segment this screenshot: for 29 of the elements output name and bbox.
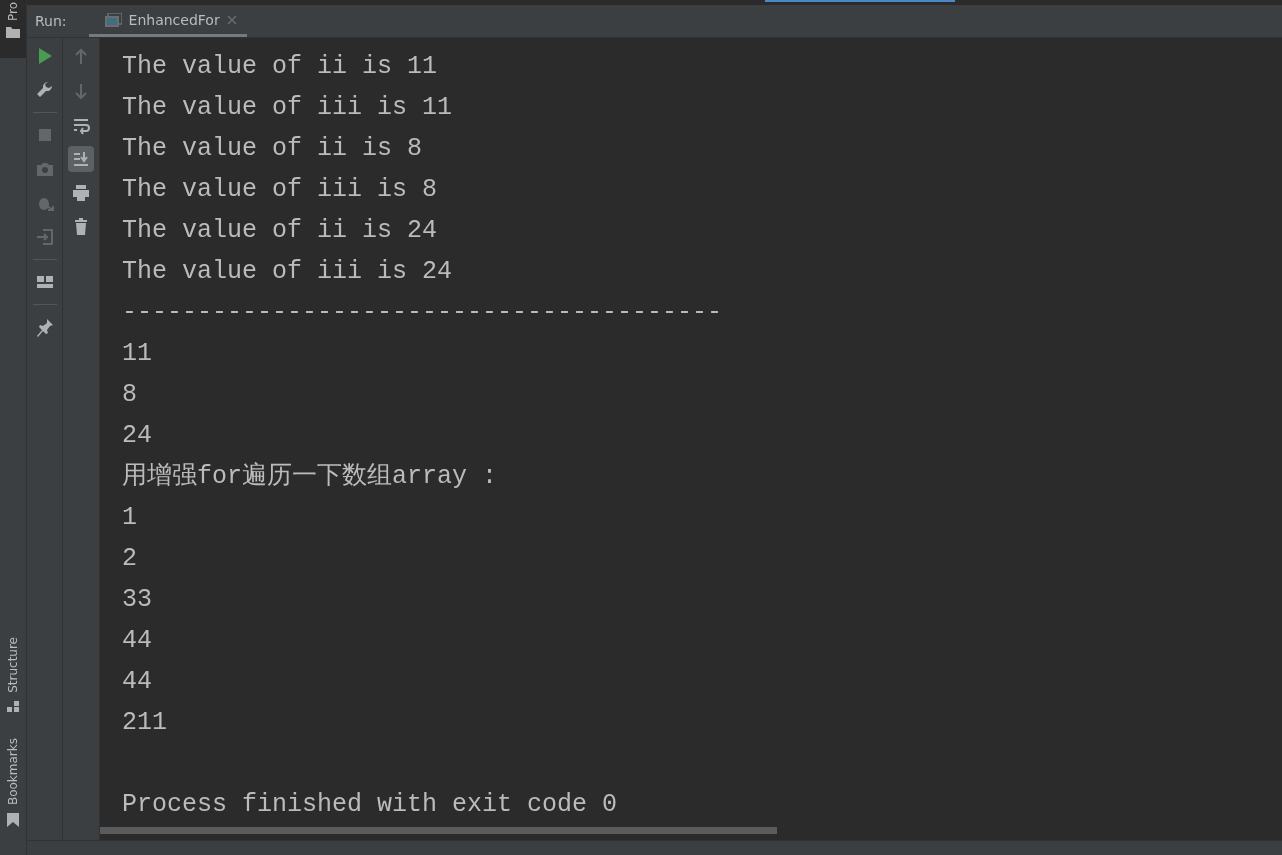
folder-icon [6,26,20,39]
structure-icon [6,700,20,712]
console-output-line: 44 [122,667,152,696]
console-output-line: The value of ii is 8 [122,134,423,163]
bookmarks-tab[interactable]: Bookmarks [6,737,20,805]
console-output-line: 8 [122,380,137,409]
console-output-line: 11 [122,339,152,368]
scroll-end-icon[interactable] [68,146,94,172]
console-output-line: 24 [122,421,152,450]
close-icon[interactable] [226,14,237,25]
process-finished-message: Process finished with exit code 0 [122,790,618,819]
console-output-line: The value of ii is 11 [122,52,438,81]
console-icon [104,12,122,27]
run-title: Run: [35,13,67,29]
console-output-line: 33 [122,585,152,614]
bookmark-icon [7,813,19,827]
console-output-line: 用增强for遍历一下数组array : [122,462,498,491]
console-output-line: ---------------------------------------- [122,298,723,327]
console-output-line: The value of iii is 24 [122,257,453,286]
console-output-line: 211 [122,708,167,737]
console-output-line: 1 [122,503,137,532]
console-output-line: 2 [122,544,137,573]
project-tab[interactable]: Pro [6,2,20,22]
console-output-line: 44 [122,626,152,655]
structure-tab[interactable]: Structure [6,637,20,693]
console-output-line: The value of iii is 11 [122,93,453,122]
console-output-line: The value of iii is 8 [122,175,438,204]
horizontal-scrollbar[interactable] [100,827,777,834]
console-output-line: The value of ii is 24 [122,216,438,245]
